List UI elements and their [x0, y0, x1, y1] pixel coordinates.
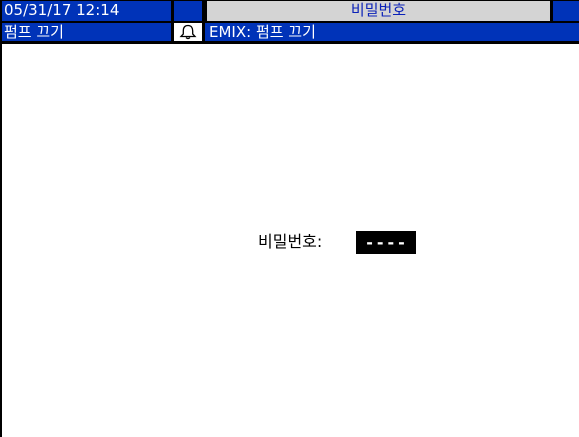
header-indicator-box	[174, 1, 202, 21]
pump-status: 펌프 끄기	[2, 23, 171, 41]
header-right-box	[553, 1, 579, 21]
header-bar: 05/31/17 12:14 비밀번호	[2, 0, 579, 22]
password-entry: 비밀번호:	[0, 228, 579, 258]
header-divider	[2, 42, 579, 44]
status-bar: 펌프 끄기 EMIX: 펌프 끄기	[2, 22, 579, 42]
alarm-indicator	[174, 23, 202, 41]
password-input[interactable]	[356, 231, 416, 254]
event-message: EMIX: 펌프 끄기	[205, 23, 579, 41]
left-border	[0, 0, 2, 437]
bell-icon	[179, 24, 197, 40]
datetime-display: 05/31/17 12:14	[2, 1, 171, 21]
password-screen: 05/31/17 12:14 비밀번호 펌프 끄기 EMIX: 펌프 끄기 비밀…	[0, 0, 579, 437]
password-label: 비밀번호:	[258, 232, 323, 251]
screen-title: 비밀번호	[207, 1, 550, 21]
